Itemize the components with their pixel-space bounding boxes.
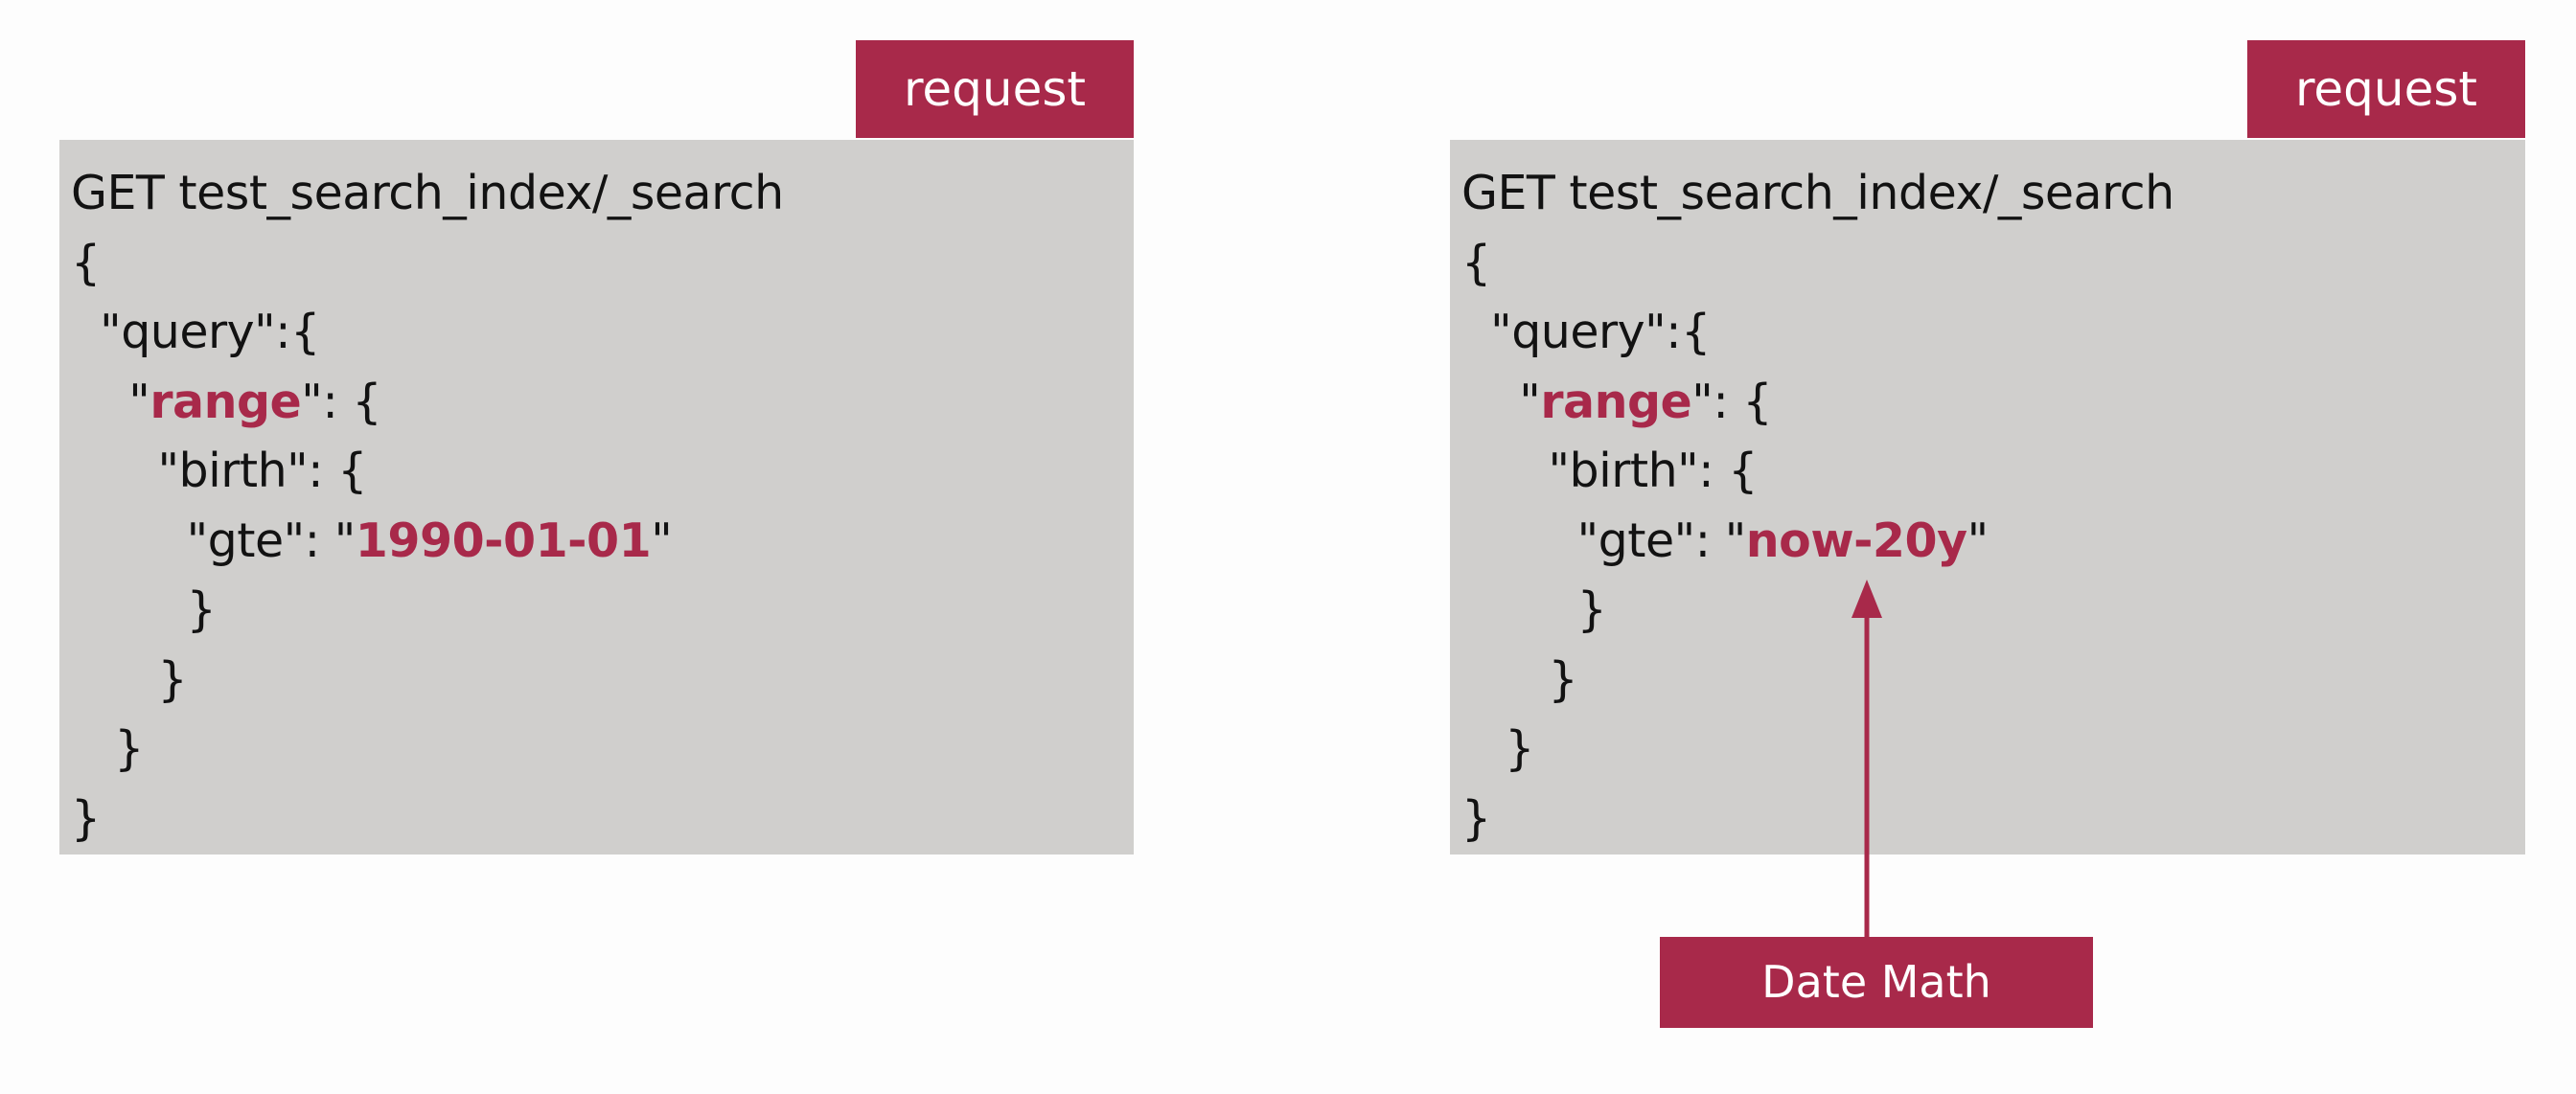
- code-line: }: [1461, 651, 1578, 707]
- code-block: GET test_search_index/_search { "query":…: [59, 140, 1134, 855]
- code-block: GET test_search_index/_search { "query":…: [1450, 140, 2525, 855]
- request-tag: request: [856, 40, 1134, 138]
- code-line: "gte": "now-20y": [1461, 513, 1990, 568]
- range-keyword: range: [1540, 374, 1692, 429]
- code-line: "birth": {: [1461, 444, 1758, 498]
- range-keyword: range: [150, 374, 302, 429]
- gte-value: now-20y: [1745, 513, 1967, 568]
- up-arrow-icon: [1852, 580, 1882, 939]
- code-line: "range": {: [71, 374, 382, 429]
- code-line: }: [71, 582, 217, 637]
- code-line: {: [71, 235, 101, 290]
- code-line: "birth": {: [71, 444, 367, 498]
- code-line: }: [1461, 721, 1534, 776]
- code-line: }: [71, 651, 188, 707]
- code-line: }: [1461, 790, 1491, 846]
- code-line: }: [71, 790, 101, 846]
- code-line: {: [1461, 235, 1491, 290]
- code-line: "gte": "1990-01-01": [71, 513, 673, 568]
- request-tag: request: [2247, 40, 2525, 138]
- code-line: "query":{: [71, 305, 320, 359]
- date-math-label: Date Math: [1660, 937, 2093, 1028]
- code-line: }: [1461, 582, 1607, 637]
- code-line: "range": {: [1461, 374, 1773, 429]
- code-line: GET test_search_index/_search: [71, 166, 784, 220]
- code-line: }: [71, 721, 144, 776]
- code-line: GET test_search_index/_search: [1461, 166, 2174, 220]
- gte-value: 1990-01-01: [355, 513, 652, 568]
- code-line: "query":{: [1461, 305, 1711, 359]
